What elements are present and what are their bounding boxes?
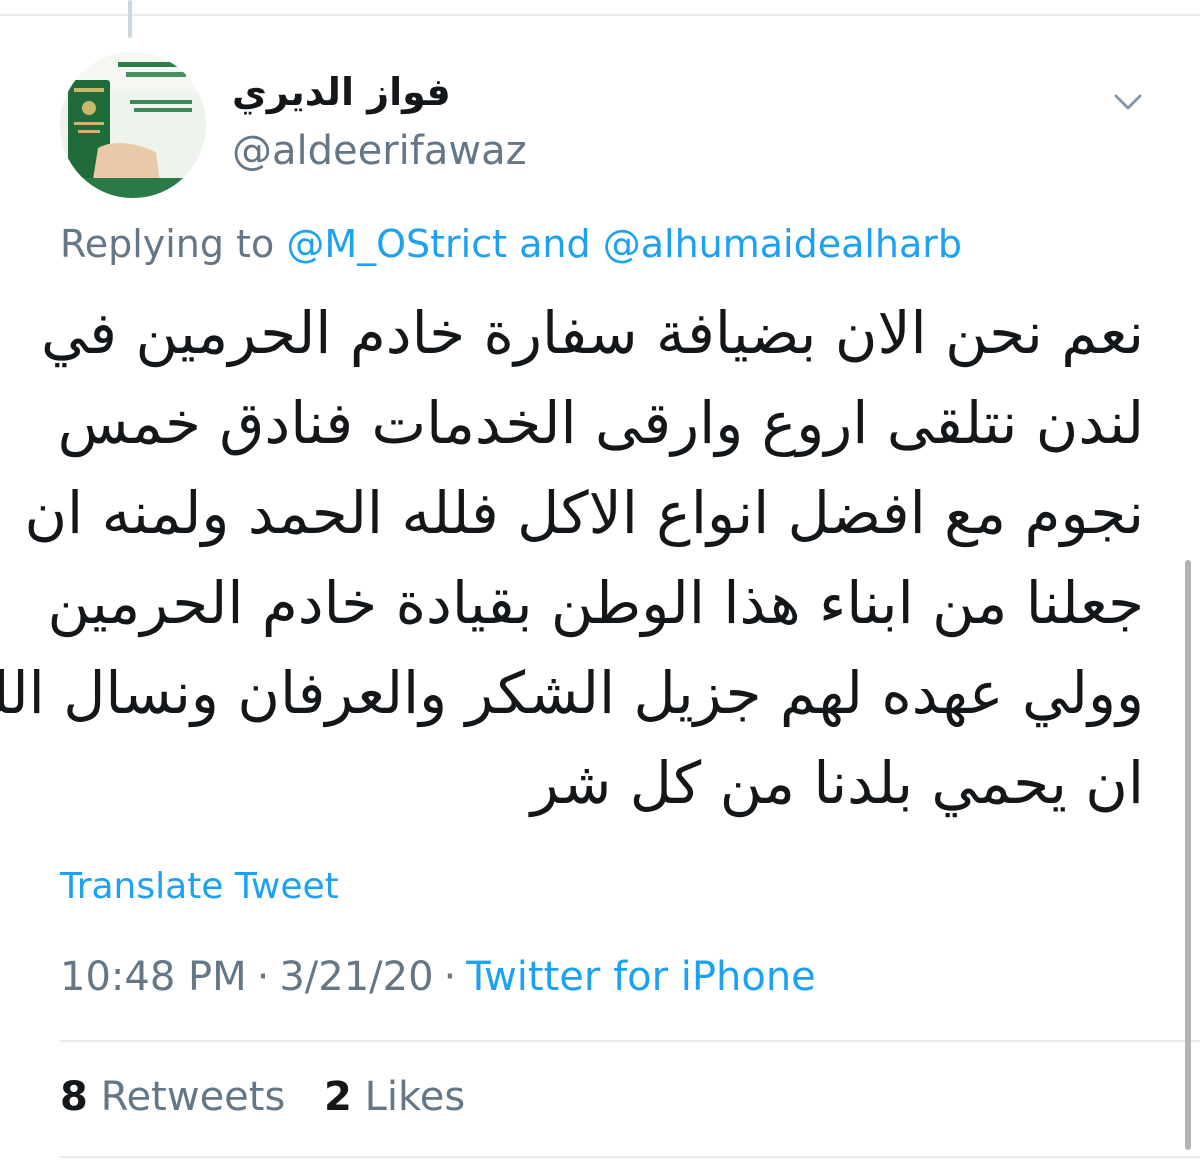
avatar[interactable] [60, 52, 206, 198]
avatar-passport-image [60, 52, 206, 198]
likes-label: Likes [364, 1074, 466, 1120]
tweet-text-line: وولي عهده لهم جزيل الشكر والعرفان ونسال … [0, 659, 1144, 727]
replying-to-line: Replying to @M_OStrict and @alhumaidealh… [60, 222, 962, 266]
thread-connector-line [128, 0, 132, 38]
chevron-down-icon[interactable] [1108, 82, 1148, 122]
display-name[interactable]: فواز الديري [232, 70, 451, 114]
divider [60, 1040, 1200, 1042]
top-divider [0, 14, 1200, 16]
reply-mention-link[interactable]: @alhumaidealharb [603, 222, 962, 266]
tweet-text-line: ان يحمي بلدنا من كل شر [530, 749, 1144, 817]
scrollbar[interactable] [1185, 560, 1191, 1150]
meta-separator: · [443, 954, 457, 1000]
replying-to-label: Replying to [60, 222, 275, 266]
tweet-text: نعم نحن الان بضيافة سفارة خادم الحرمين ف… [0, 288, 1144, 828]
tweet-source-link[interactable]: Twitter for iPhone [466, 954, 816, 1000]
tweet-stats: 8 Retweets 2 Likes [60, 1074, 491, 1120]
tweet-time: 10:48 PM [60, 954, 247, 1000]
translate-tweet-link[interactable]: Translate Tweet [60, 866, 339, 907]
likes-count: 2 [324, 1074, 352, 1120]
tweet-text-line: نعم نحن الان بضيافة سفارة خادم الحرمين ف… [40, 299, 1144, 367]
tweet-text-line: لندن نتلقى اروع وارقى الخدمات فنادق خمس [57, 389, 1144, 457]
retweets-count: 8 [60, 1074, 88, 1120]
reply-mention-link[interactable]: @M_OStrict [286, 222, 507, 266]
retweets-stat[interactable]: 8 Retweets [60, 1074, 298, 1120]
meta-separator: · [256, 954, 270, 1000]
tweet-text-line: نجوم مع افضل انواع الاكل فلله الحمد ولمن… [24, 479, 1144, 547]
tweet-date: 3/21/20 [279, 954, 434, 1000]
likes-stat[interactable]: 2 Likes [324, 1074, 465, 1120]
divider [60, 1156, 1200, 1158]
retweets-label: Retweets [100, 1074, 286, 1120]
tweet-meta: 10:48 PM · 3/21/20 · Twitter for iPhone [60, 954, 816, 1000]
tweet-text-line: جعلنا من ابناء هذا الوطن بقيادة خادم الح… [47, 569, 1144, 637]
reply-conjunction: and [519, 222, 591, 266]
user-handle[interactable]: @aldeerifawaz [232, 128, 527, 174]
